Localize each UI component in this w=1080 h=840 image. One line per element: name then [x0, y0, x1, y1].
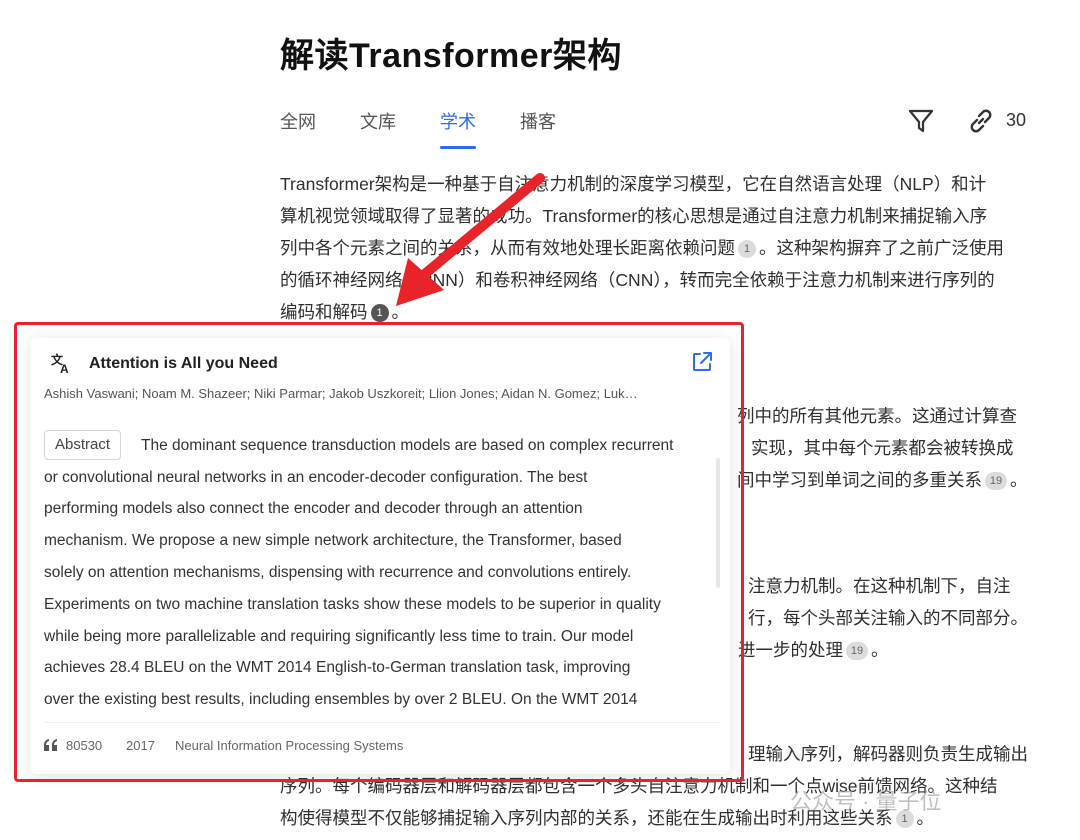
paragraph-line: Transformer架构是一种基于自注意力机制的深度学习模型，它在自然语言处理… [280, 174, 987, 194]
page-title: 解读Transformer架构 [280, 37, 622, 75]
tab-web[interactable]: 全网 [280, 108, 316, 134]
abstract-line: achieves 28.4 BLEU on the WMT 2014 Engli… [44, 659, 631, 676]
abstract-line: or convolutional neural networks in an e… [44, 469, 588, 486]
paragraph-line: 算机视觉领域取得了显著的成功。Transformer的核心思想是通过自注意力机制… [280, 206, 988, 226]
translate-icon[interactable]: 文 A [50, 352, 72, 374]
paragraph-line: 列中的所有其他元素。这通过计算查 [737, 406, 1017, 426]
publication-venue[interactable]: Neural Information Processing Systems [175, 738, 403, 753]
paragraph-line: 注意力机制。在这种机制下，自注 [748, 576, 1011, 596]
paragraph-line: 编码和解码 1。 [280, 302, 409, 323]
citation-count: 80530 [66, 738, 103, 753]
abstract-label: Abstract [44, 430, 122, 460]
watermark: 公众号 · 量子位 [790, 789, 942, 814]
quote-icon [44, 739, 57, 751]
abstract-scrollbar[interactable] [716, 458, 720, 588]
paragraph-line: 列中各个元素之间的关系，从而有效地处理长距离依赖问题 1 。这种架构摒弃了之前广泛使… [280, 238, 1004, 259]
paragraph-line: 间中学习到单词之间的多重关系 19。 [737, 470, 1028, 491]
link-count[interactable]: 30 [1006, 110, 1026, 131]
tab-podcast[interactable]: 播客 [520, 108, 556, 134]
publication-year: 2017 [126, 738, 155, 753]
abstract-line: over the existing best results, includin… [44, 691, 638, 708]
abstract-line: while being more parallelizable and requ… [44, 628, 634, 645]
abstract-line: Experiments on two machine translation t… [44, 596, 661, 613]
paragraph-line: 行，每个头部关注输入的不同部分。 [748, 608, 1028, 628]
answer-paragraph-4-line-1: 理输入序列，解码器则负责生成输出 [748, 744, 1028, 764]
abstract-line: performing models also connect the encod… [44, 500, 583, 517]
paper-title[interactable]: Attention is All you Need [89, 355, 278, 373]
paragraph-line: 的循环神经网络（RNN）和卷积神经网络（CNN），转而完全依赖于注意力机制来进行… [280, 270, 995, 290]
svg-text:A: A [60, 362, 69, 374]
citation-badge[interactable]: 19 [846, 642, 868, 661]
tab-library[interactable]: 文库 [360, 108, 396, 134]
abstract-line: mechanism. We propose a new simple netwo… [44, 532, 622, 549]
answer-paragraph-1: Transformer架构是一种基于自注意力机制的深度学习模型，它在自然语言处理… [280, 168, 1004, 328]
filter-icon[interactable] [906, 106, 936, 136]
answer-paragraph-3: 注意力机制。在这种机制下，自注 行，每个头部关注输入的不同部分。 进一步的处理 1… [738, 570, 1028, 666]
tab-academic[interactable]: 学术 [440, 108, 476, 149]
link-icon[interactable] [966, 106, 996, 136]
external-link-icon[interactable] [690, 350, 714, 374]
citation-badge[interactable]: 19 [985, 472, 1007, 491]
answer-paragraph-2: 列中的所有其他元素。这通过计算查 实现，其中每个元素都会被转换成 间中学习到单词… [737, 400, 1028, 496]
paragraph-line: 进一步的处理 19。 [738, 640, 889, 661]
card-divider [44, 722, 720, 723]
paragraph-line: 实现，其中每个元素都会被转换成 [751, 438, 1014, 458]
abstract-line: solely on attention mechanisms, dispensi… [44, 564, 632, 581]
citation-badge[interactable]: 1 [738, 240, 756, 259]
paper-authors: Ashish Vaswani; Noam M. Shazeer; Niki Pa… [44, 386, 638, 401]
abstract-line: The dominant sequence transduction model… [141, 437, 674, 454]
citation-badge-active[interactable]: 1 [370, 304, 389, 323]
